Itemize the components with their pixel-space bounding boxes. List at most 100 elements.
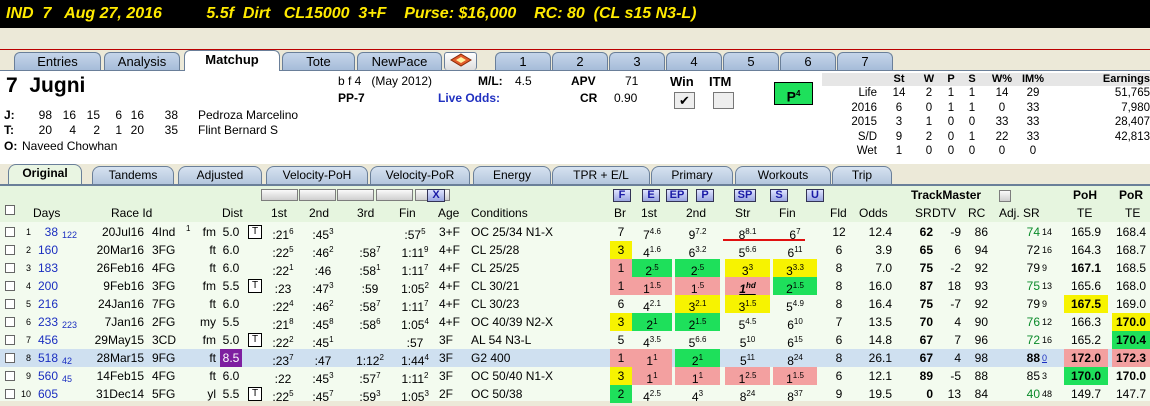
itm-checkbox[interactable] — [713, 92, 734, 109]
poh-te: 166.3 — [1070, 315, 1102, 329]
select-all-checkbox[interactable] — [5, 205, 15, 215]
table-row[interactable]: 10 605 31Dec14 5FG yl 5.5 T:225:457:593 1:053 2F… — [0, 385, 1150, 406]
turf-indicator: T — [248, 333, 262, 347]
tab-7[interactable]: 7 — [837, 52, 893, 70]
field-size: 8 — [835, 279, 843, 293]
tab-2[interactable]: 2 — [552, 52, 608, 70]
second-call-time: :453 — [303, 223, 343, 242]
row-checkbox[interactable] — [5, 335, 15, 345]
pace-button-ep[interactable]: EP — [666, 189, 688, 202]
record-value: 0 — [925, 145, 933, 157]
row-checkbox[interactable] — [5, 371, 15, 381]
subtab-original[interactable]: Original — [8, 164, 82, 185]
row-checkbox[interactable] — [5, 299, 15, 309]
row-checkbox[interactable] — [5, 317, 15, 327]
surface: fm — [202, 225, 216, 239]
tab-5[interactable]: 5 — [723, 52, 779, 70]
table-row[interactable]: 2 160 20Mar16 3FG ft 6.0:225:462:587 1:119 4+F C… — [0, 241, 1150, 260]
final-time: 1:054 — [393, 313, 437, 332]
surface: fm — [202, 333, 216, 347]
tab-matchup[interactable]: Matchup — [184, 50, 280, 71]
pace-button-f[interactable]: F — [613, 189, 631, 202]
first-call-position-main: 4 — [643, 336, 650, 350]
second-call-time: :462 — [303, 295, 343, 314]
newpace-icon-button[interactable] — [444, 52, 477, 70]
pace-button-s[interactable]: S — [770, 189, 788, 202]
tab-1[interactable]: 1 — [495, 52, 551, 70]
tab-tote[interactable]: Tote — [282, 52, 355, 70]
table-row[interactable]: 4 200 9Feb16 3FG fm 5.5 T:23:473:59 1:052 4+F CL … — [0, 274, 1150, 296]
column-filter-button[interactable] — [376, 189, 413, 201]
row-checkbox[interactable] — [5, 281, 15, 291]
table-row[interactable]: 6 233 223 7Jan16 2FG my 5.5:218:458:586 1:054 4+… — [0, 313, 1150, 332]
record-row-label: 2015 — [851, 116, 877, 128]
first-call-position: 42.5 — [632, 385, 672, 404]
subtab-adjusted[interactable]: Adjusted — [178, 166, 262, 184]
tab-6[interactable]: 6 — [780, 52, 836, 70]
adjusted-sr-delta: 3 — [1042, 371, 1048, 381]
column-header-fin: Fin — [399, 206, 416, 220]
adjusted-sr: 74 — [1026, 225, 1040, 239]
first-call-position-margin: 1 — [653, 353, 658, 362]
tab-4[interactable]: 4 — [666, 52, 722, 70]
race-date: 24Jan16 — [97, 297, 144, 311]
subtab-tandems[interactable]: Tandems — [92, 166, 174, 184]
first-call-time: :23 — [263, 277, 303, 296]
race-title-bar: IND 7 Aug 27, 2016 5.5f Dirt CL15000 3+F… — [0, 0, 1150, 28]
column-filter-button[interactable] — [337, 189, 374, 201]
subtab-tpr-e-l[interactable]: TPR + E/L — [552, 166, 650, 184]
column-filter-button[interactable] — [299, 189, 336, 201]
odds: 14.8 — [868, 333, 892, 347]
record-header-p: P — [947, 73, 955, 85]
table-row[interactable]: 7 456 29May15 3CD fm 5.0 T:222:451:57 3F AL 54 N… — [0, 331, 1150, 350]
age-restriction: 4+F — [439, 243, 461, 257]
days-between — [62, 388, 84, 406]
row-checkbox[interactable] — [5, 353, 15, 363]
final-time: 1:112 — [393, 367, 437, 386]
table-row[interactable]: 8 518 42 28Mar15 9FG ft 8.5:237:47 1:122 1:444 3F… — [0, 349, 1150, 368]
first-call-position-margin: 2.1 — [649, 299, 661, 308]
tab-analysis[interactable]: Analysis — [104, 52, 180, 70]
tab-newpace[interactable]: NewPace — [357, 52, 442, 70]
tab-entries[interactable]: Entries — [14, 52, 101, 70]
tab-3[interactable]: 3 — [609, 52, 665, 70]
race-sup — [186, 274, 192, 292]
days-since: 183 — [37, 261, 58, 275]
adjusted-sr-delta: 12 — [1042, 317, 1053, 327]
distance: 5.5 — [222, 279, 240, 293]
p4-button[interactable]: P4 — [774, 82, 813, 105]
finish-position-main: 8 — [787, 354, 794, 368]
subtab-velocity-por[interactable]: Velocity-PoR — [370, 166, 470, 184]
pace-button-u[interactable]: U — [806, 189, 824, 202]
row-checkbox[interactable] — [5, 389, 15, 399]
table-row[interactable]: 1 38 122 20Jul16 4Ind 1 fm 5.0 T:216:453:575 3+F O… — [0, 223, 1150, 242]
table-row[interactable]: 5 216 24Jan16 7FG ft 6.0:224:462:587 1:117 4+F C… — [0, 295, 1150, 314]
row-number: 8 — [25, 353, 31, 363]
stretch-position: 824 — [725, 385, 770, 404]
column-filter-button[interactable] — [261, 189, 298, 201]
table-row[interactable]: 9 560 45 14Feb15 4FG ft 6.0:22:453:577 1:112 3F O… — [0, 367, 1150, 386]
subtab-trip[interactable]: Trip — [832, 166, 892, 184]
subtab-workouts[interactable]: Workouts — [735, 166, 831, 184]
pace-button-sp[interactable]: SP — [734, 189, 756, 202]
win-checkbox[interactable]: ✔ — [674, 92, 695, 109]
first-call-position: 11 — [632, 367, 672, 386]
distance: 5.0 — [222, 225, 240, 239]
stretch-position-main: 1 — [739, 282, 746, 296]
subtab-energy[interactable]: Energy — [473, 166, 551, 184]
second-call-position-main: 1 — [690, 282, 698, 296]
row-checkbox[interactable] — [5, 263, 15, 273]
row-checkbox[interactable] — [5, 245, 15, 255]
record-value: 33 — [1026, 130, 1040, 143]
close-x-button[interactable]: X — [427, 189, 445, 202]
second-call-position-main: 2 — [691, 354, 699, 368]
subtab-velocity-poh[interactable]: Velocity-PoH — [266, 166, 368, 184]
subtab-primary[interactable]: Primary — [651, 166, 733, 184]
trackmaster-menu-button[interactable] — [999, 190, 1011, 202]
race-id: 4FG — [152, 261, 176, 275]
pace-button-e[interactable]: E — [642, 189, 660, 202]
row-checkbox[interactable] — [5, 227, 15, 237]
pace-button-p[interactable]: P — [696, 189, 714, 202]
stretch-position-margin: 6.6 — [745, 245, 757, 254]
table-row[interactable]: 3 183 26Feb16 4FG ft 6.0:221:46:581 1:117 4+F CL… — [0, 259, 1150, 278]
